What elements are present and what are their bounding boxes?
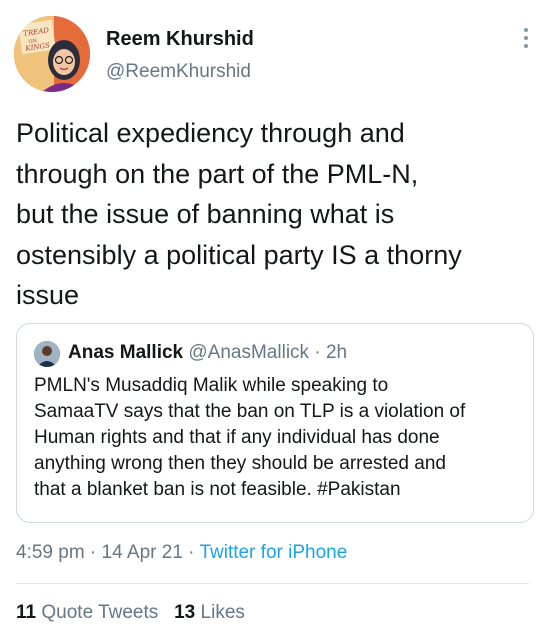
- quoted-header: Anas Mallick @AnasMallick · 2h: [68, 342, 347, 364]
- quoted-author-name: Anas Mallick: [68, 342, 184, 363]
- tweet-time: 4:59 pm: [16, 542, 85, 563]
- tweet-date: 14 Apr 21: [101, 542, 183, 563]
- quote-tweets-count: 11: [16, 602, 37, 623]
- quoted-author-avatar: [34, 341, 60, 367]
- more-options-icon[interactable]: [523, 28, 529, 48]
- tweet-source-link[interactable]: Twitter for iPhone: [199, 542, 347, 563]
- meta-separator-2: ·: [182, 542, 200, 563]
- dot: [524, 28, 528, 32]
- quoted-avatar-illustration: [34, 341, 60, 367]
- dot: [524, 44, 528, 48]
- quote-tweets-stat[interactable]: 11 Quote Tweets: [16, 602, 158, 623]
- quoted-separator: ·: [309, 342, 326, 363]
- likes-label: Likes: [200, 602, 245, 623]
- tweet-meta: 4:59 pm · 14 Apr 21 · Twitter for iPhone: [16, 542, 347, 564]
- divider: [16, 583, 529, 584]
- avatar-illustration: TREAD ON KINGS: [14, 16, 90, 92]
- quote-tweets-label: Quote Tweets: [41, 602, 159, 623]
- dot: [524, 36, 528, 40]
- likes-stat[interactable]: 13 Likes: [174, 602, 245, 623]
- author-name[interactable]: Reem Khurshid: [106, 28, 254, 51]
- quoted-tweet-text: PMLN's Musaddiq Malik while speaking to …: [34, 375, 466, 500]
- quoted-time: 2h: [325, 342, 348, 363]
- tweet-stats: 11 Quote Tweets 13 Likes: [16, 602, 245, 624]
- author-handle[interactable]: @ReemKhurshid: [106, 61, 251, 83]
- meta-separator: ·: [84, 542, 102, 563]
- tweet-text: Political expediency through and through…: [16, 118, 462, 310]
- author-avatar[interactable]: TREAD ON KINGS: [14, 16, 90, 92]
- quoted-author-handle: @AnasMallick: [188, 342, 310, 363]
- quoted-tweet-card[interactable]: Anas Mallick @AnasMallick · 2h PMLN's Mu…: [16, 323, 534, 523]
- likes-count: 13: [174, 602, 196, 623]
